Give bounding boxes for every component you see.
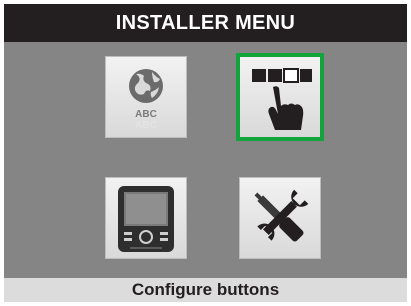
- menu-tile-configure-buttons[interactable]: [240, 57, 320, 137]
- globe-abc-reflection: ABC: [135, 120, 157, 131]
- wrench-screwdriver-icon: [254, 189, 309, 242]
- globe-abc-label: ABC: [135, 109, 157, 120]
- hand-press-button-icon: [252, 68, 312, 130]
- thermostat-display-icon: [118, 186, 174, 252]
- status-bar: Configure buttons: [4, 278, 407, 302]
- menu-title: INSTALLER MENU: [4, 4, 407, 42]
- menu-tile-language[interactable]: ABC ABC: [106, 57, 186, 137]
- menu-tile-tools[interactable]: [240, 178, 320, 258]
- installer-menu-screen: INSTALLER MENU ABC ABC Configure buttons: [4, 4, 407, 302]
- menu-tile-display[interactable]: [106, 178, 186, 258]
- globe-abc-icon: ABC ABC: [129, 69, 163, 131]
- menu-grid: [4, 42, 407, 278]
